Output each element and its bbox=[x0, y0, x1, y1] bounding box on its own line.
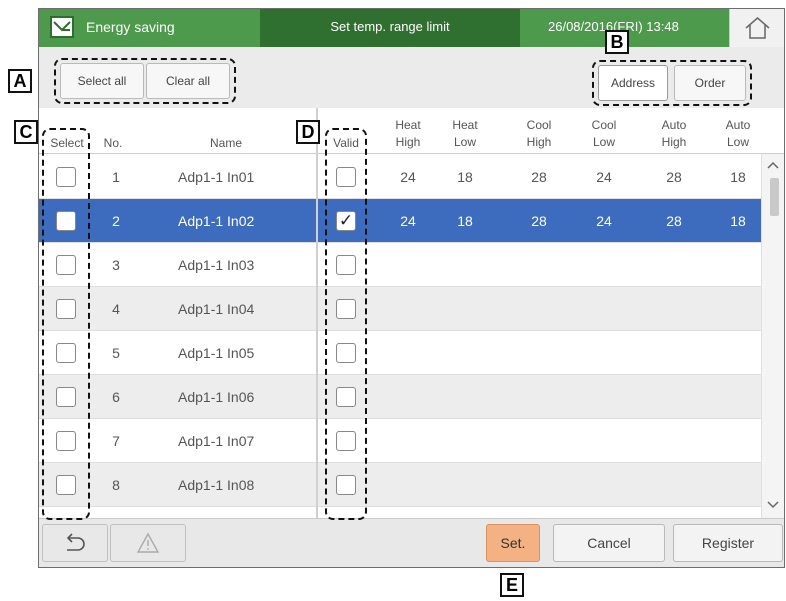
col-name: Name bbox=[209, 136, 242, 150]
col-cool-high-line2: High bbox=[526, 135, 552, 149]
value-heat-low: 18 bbox=[457, 169, 473, 185]
col-heat-high-line2: High bbox=[395, 135, 421, 149]
value-auto-low: 18 bbox=[730, 169, 746, 185]
row-number: 3 bbox=[112, 257, 120, 273]
col-auto-low: Auto Low bbox=[718, 117, 758, 151]
page-title: Set temp. range limit bbox=[330, 19, 450, 34]
annotation-label-b: B bbox=[605, 30, 629, 54]
value-heat-high: 24 bbox=[400, 213, 416, 229]
col-auto-low-line2: Low bbox=[726, 135, 749, 149]
row-name: Adp1-1 In02 bbox=[178, 213, 255, 229]
row-number: 8 bbox=[112, 477, 120, 493]
col-cool-high-line1: Cool bbox=[526, 118, 552, 132]
annotation-label-e: E bbox=[500, 573, 524, 597]
register-button[interactable]: Register bbox=[673, 524, 783, 562]
chevron-up-icon[interactable] bbox=[766, 160, 780, 170]
row-name: Adp1-1 In07 bbox=[178, 433, 255, 449]
row-number: 5 bbox=[112, 345, 120, 361]
value-heat-low: 18 bbox=[457, 213, 473, 229]
col-cool-low-line2: Low bbox=[592, 135, 615, 149]
scrollbar-thumb[interactable] bbox=[770, 178, 779, 216]
col-heat-low: Heat Low bbox=[445, 117, 485, 151]
back-button[interactable] bbox=[42, 524, 108, 562]
chevron-down-icon[interactable] bbox=[766, 500, 780, 510]
col-auto-high: Auto High bbox=[654, 117, 694, 151]
table-row[interactable] bbox=[39, 463, 761, 507]
annotation-outline-b bbox=[592, 60, 752, 106]
value-cool-high: 28 bbox=[531, 213, 547, 229]
value-heat-high: 24 bbox=[400, 169, 416, 185]
row-number: 6 bbox=[112, 389, 120, 405]
row-name: Adp1-1 In01 bbox=[178, 169, 255, 185]
set-button[interactable]: Set. bbox=[486, 524, 540, 562]
cancel-button[interactable]: Cancel bbox=[553, 524, 665, 562]
warning-button[interactable] bbox=[110, 524, 186, 562]
warning-icon bbox=[136, 532, 160, 553]
col-no: No. bbox=[103, 136, 123, 150]
app-name: Energy saving bbox=[86, 19, 175, 35]
col-heat-high-line1: Heat bbox=[395, 118, 421, 132]
col-cool-low-line1: Cool bbox=[591, 118, 617, 132]
value-cool-low: 24 bbox=[596, 169, 612, 185]
value-auto-high: 28 bbox=[666, 169, 682, 185]
table-row[interactable] bbox=[39, 243, 761, 287]
home-icon bbox=[745, 17, 770, 39]
col-cool-high: Cool High bbox=[519, 117, 559, 151]
back-arrow-icon bbox=[66, 533, 85, 551]
row-name: Adp1-1 In04 bbox=[178, 301, 255, 317]
col-heat-low-line1: Heat bbox=[452, 118, 478, 132]
row-number: 7 bbox=[112, 433, 120, 449]
row-name: Adp1-1 In05 bbox=[178, 345, 255, 361]
table-row[interactable] bbox=[39, 287, 761, 331]
value-cool-low: 24 bbox=[596, 213, 612, 229]
energy-saving-icon bbox=[50, 16, 74, 38]
column-separator bbox=[316, 108, 318, 518]
annotation-label-c: C bbox=[14, 120, 38, 144]
annotation-outline-c bbox=[42, 128, 90, 520]
col-auto-low-line1: Auto bbox=[725, 118, 751, 132]
table-row[interactable] bbox=[39, 331, 761, 375]
table-row[interactable] bbox=[39, 419, 761, 463]
row-name: Adp1-1 In08 bbox=[178, 477, 255, 493]
value-cool-high: 28 bbox=[531, 169, 547, 185]
row-number: 1 bbox=[112, 169, 120, 185]
annotation-outline-a bbox=[54, 58, 236, 104]
annotation-outline-d bbox=[325, 128, 367, 520]
table-row[interactable] bbox=[39, 375, 761, 419]
col-heat-low-line2: Low bbox=[453, 135, 476, 149]
col-auto-high-line2: High bbox=[661, 135, 687, 149]
annotation-label-a: A bbox=[8, 69, 32, 93]
row-name: Adp1-1 In06 bbox=[178, 389, 255, 405]
annotation-label-d: D bbox=[296, 120, 320, 144]
value-auto-high: 28 bbox=[666, 213, 682, 229]
home-button[interactable] bbox=[729, 9, 784, 47]
row-name: Adp1-1 In03 bbox=[178, 257, 255, 273]
value-auto-low: 18 bbox=[730, 213, 746, 229]
col-cool-low: Cool Low bbox=[584, 117, 624, 151]
row-number: 2 bbox=[112, 213, 120, 229]
row-number: 4 bbox=[112, 301, 120, 317]
col-heat-high: Heat High bbox=[388, 117, 428, 151]
col-auto-high-line1: Auto bbox=[661, 118, 687, 132]
